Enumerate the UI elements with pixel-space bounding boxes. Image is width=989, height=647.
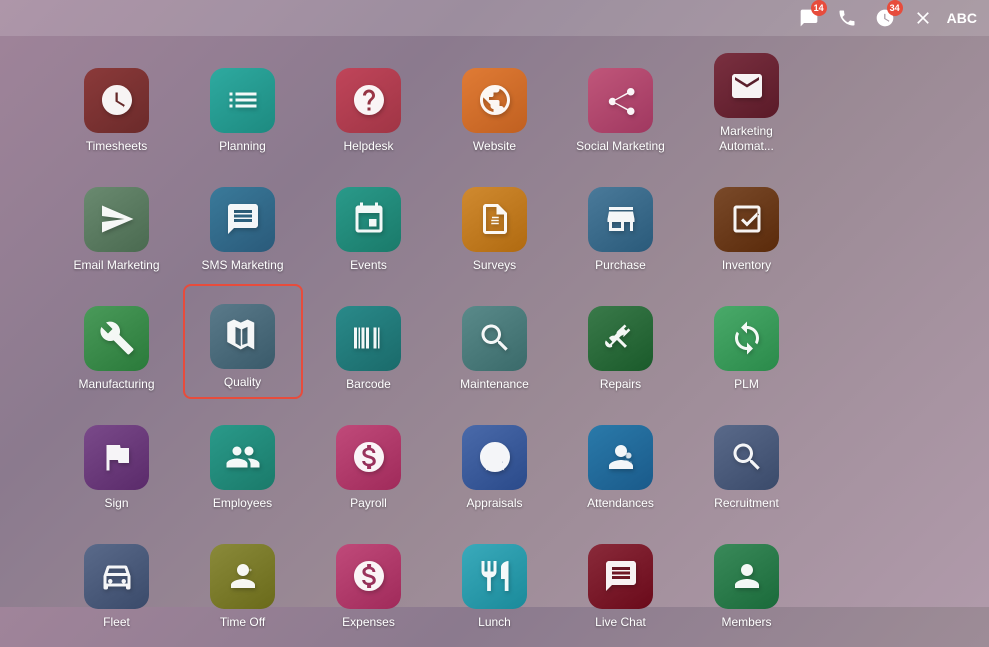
app-time-off[interactable]: Time Off [183, 522, 303, 637]
fleet-icon [84, 544, 149, 609]
phone-icon[interactable] [833, 4, 861, 32]
surveys-icon [462, 187, 527, 252]
timesheets-label: Timesheets [86, 139, 148, 153]
planning-icon [210, 68, 275, 133]
purchase-label: Purchase [595, 258, 646, 272]
manufacturing-label: Manufacturing [78, 377, 154, 391]
appraisals-icon [462, 425, 527, 490]
app-barcode[interactable]: Barcode [309, 284, 429, 399]
email-marketing-icon [84, 187, 149, 252]
inventory-label: Inventory [722, 258, 771, 272]
email-marketing-label: Email Marketing [73, 258, 159, 272]
app-surveys[interactable]: Surveys [435, 165, 555, 280]
payroll-icon [336, 425, 401, 490]
expenses-icon [336, 544, 401, 609]
website-icon [462, 68, 527, 133]
app-plm[interactable]: PLM [687, 284, 807, 399]
fleet-label: Fleet [103, 615, 130, 629]
app-employees[interactable]: Employees [183, 403, 303, 518]
topbar: 14 34 ABC [0, 0, 989, 36]
app-live-chat[interactable]: Live Chat [561, 522, 681, 637]
app-repairs[interactable]: Repairs [561, 284, 681, 399]
website-label: Website [473, 139, 516, 153]
members-label: Members [721, 615, 771, 629]
marketing-automation-icon [714, 53, 779, 118]
app-maintenance[interactable]: Maintenance [435, 284, 555, 399]
time-off-label: Time Off [220, 615, 265, 629]
inventory-icon [714, 187, 779, 252]
repairs-label: Repairs [600, 377, 641, 391]
employees-label: Employees [213, 496, 272, 510]
app-recruitment[interactable]: Recruitment [687, 403, 807, 518]
timesheets-icon [84, 68, 149, 133]
sign-label: Sign [104, 496, 128, 510]
sms-marketing-icon [210, 187, 275, 252]
repairs-icon [588, 306, 653, 371]
app-sms-marketing[interactable]: SMS Marketing [183, 165, 303, 280]
purchase-icon [588, 187, 653, 252]
app-manufacturing[interactable]: Manufacturing [57, 284, 177, 399]
recruitment-label: Recruitment [714, 496, 779, 510]
plm-label: PLM [734, 377, 759, 391]
recruitment-icon [714, 425, 779, 490]
chat-icon[interactable]: 14 [795, 4, 823, 32]
chat-badge: 14 [811, 0, 827, 16]
barcode-label: Barcode [346, 377, 391, 391]
attendances-icon [588, 425, 653, 490]
app-fleet[interactable]: Fleet [57, 522, 177, 637]
clock-badge: 34 [887, 0, 903, 16]
maintenance-label: Maintenance [460, 377, 529, 391]
app-website[interactable]: Website [435, 46, 555, 161]
app-appraisals[interactable]: Appraisals [435, 403, 555, 518]
marketing-automation-label: Marketing Automat... [697, 124, 797, 153]
quality-label: Quality [224, 375, 261, 389]
app-events[interactable]: Events [309, 165, 429, 280]
app-planning[interactable]: Planning [183, 46, 303, 161]
helpdesk-icon [336, 68, 401, 133]
manufacturing-icon [84, 306, 149, 371]
app-helpdesk[interactable]: Helpdesk [309, 46, 429, 161]
app-quality[interactable]: Quality [183, 284, 303, 399]
sign-icon [84, 425, 149, 490]
app-members[interactable]: Members [687, 522, 807, 637]
time-off-icon [210, 544, 275, 609]
social-marketing-label: Social Marketing [576, 139, 665, 153]
social-marketing-icon [588, 68, 653, 133]
payroll-label: Payroll [350, 496, 387, 510]
lunch-icon [462, 544, 527, 609]
app-payroll[interactable]: Payroll [309, 403, 429, 518]
close-icon[interactable] [909, 4, 937, 32]
apps-grid: Timesheets Planning Helpdesk Website Soc… [0, 36, 989, 647]
plm-icon [714, 306, 779, 371]
employees-icon [210, 425, 275, 490]
quality-icon [210, 304, 275, 369]
events-icon [336, 187, 401, 252]
app-expenses[interactable]: Expenses [309, 522, 429, 637]
helpdesk-label: Helpdesk [343, 139, 393, 153]
app-inventory[interactable]: Inventory [687, 165, 807, 280]
members-icon [714, 544, 779, 609]
app-marketing-automation[interactable]: Marketing Automat... [687, 46, 807, 161]
attendances-label: Attendances [587, 496, 654, 510]
appraisals-label: Appraisals [466, 496, 522, 510]
live-chat-icon [588, 544, 653, 609]
maintenance-icon [462, 306, 527, 371]
sms-marketing-label: SMS Marketing [201, 258, 283, 272]
app-purchase[interactable]: Purchase [561, 165, 681, 280]
app-attendances[interactable]: Attendances [561, 403, 681, 518]
app-lunch[interactable]: Lunch [435, 522, 555, 637]
surveys-label: Surveys [473, 258, 516, 272]
app-timesheets[interactable]: Timesheets [57, 46, 177, 161]
events-label: Events [350, 258, 387, 272]
lunch-label: Lunch [478, 615, 511, 629]
user-initials[interactable]: ABC [947, 10, 977, 26]
planning-label: Planning [219, 139, 266, 153]
app-social-marketing[interactable]: Social Marketing [561, 46, 681, 161]
app-sign[interactable]: Sign [57, 403, 177, 518]
expenses-label: Expenses [342, 615, 395, 629]
barcode-icon [336, 306, 401, 371]
clock-icon[interactable]: 34 [871, 4, 899, 32]
live-chat-label: Live Chat [595, 615, 646, 629]
app-email-marketing[interactable]: Email Marketing [57, 165, 177, 280]
